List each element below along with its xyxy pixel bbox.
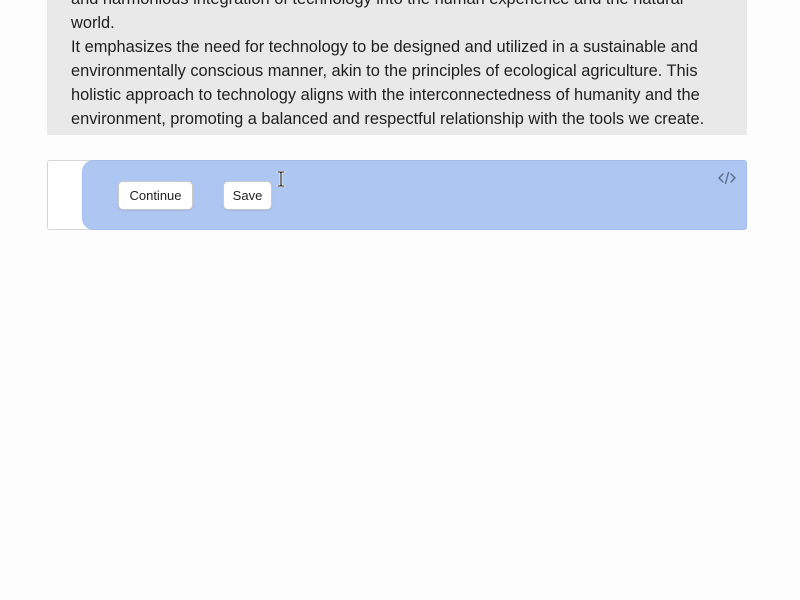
paragraph-line: holistic approach to technology aligns w… (71, 86, 700, 104)
continue-button[interactable]: Continue (118, 181, 193, 210)
button-block-frame[interactable]: Continue Save (47, 160, 747, 230)
paragraph-line: and harmonious integration of technology… (71, 0, 683, 32)
paragraph-line: environment, promoting a balanced and re… (71, 110, 705, 128)
paragraph-line: It emphasizes the need for technology to… (71, 38, 698, 56)
paragraph-line: environmentally conscious manner, akin t… (71, 62, 698, 80)
selected-button-block[interactable]: Continue Save (82, 160, 747, 230)
code-icon[interactable] (717, 170, 737, 186)
editor-page: and harmonious integration of technology… (0, 0, 800, 600)
text-paragraph-block[interactable]: and harmonious integration of technology… (47, 0, 747, 135)
text-cursor-icon (276, 170, 286, 188)
save-button[interactable]: Save (223, 181, 272, 210)
